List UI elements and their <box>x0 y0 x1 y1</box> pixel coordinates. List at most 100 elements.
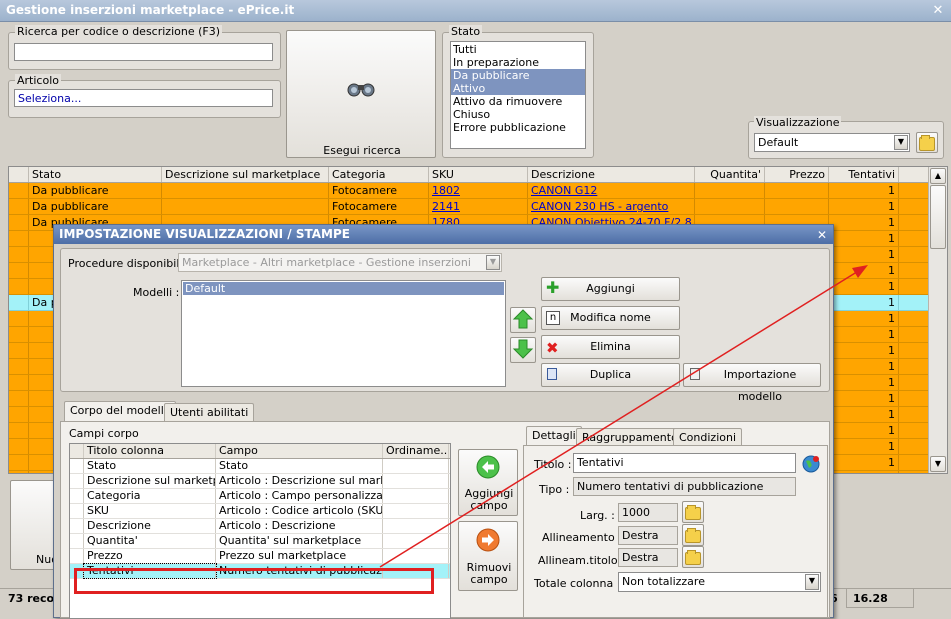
campi-cell[interactable] <box>70 534 84 548</box>
campi-cell[interactable]: Categoria <box>84 489 216 503</box>
table-cell[interactable] <box>9 247 29 262</box>
stato-listbox[interactable]: Tutti In preparazione Da pubblicare Attivo A… <box>450 41 586 149</box>
stato-item[interactable]: Chiuso <box>451 108 585 121</box>
campi-cell[interactable] <box>383 459 449 473</box>
duplicate-model-button[interactable]: Duplica <box>541 363 680 387</box>
allineam-titolo-button[interactable] <box>682 546 704 568</box>
col-descrizione[interactable]: Descrizione <box>528 167 695 182</box>
campi-row[interactable]: Prezzo Prezzo sul marketplace <box>70 549 450 564</box>
col-quantita[interactable]: Quantita' <box>695 167 765 182</box>
col-descrizione-marketplace[interactable]: Descrizione sul marketplace <box>162 167 329 182</box>
model-item[interactable]: Default <box>183 282 504 295</box>
campi-cell[interactable]: Articolo : Campo personalizzat... <box>216 489 383 503</box>
sku-link[interactable]: 1802 <box>432 184 460 197</box>
visualizzazione-select[interactable]: Default ▼ <box>754 133 910 152</box>
table-cell[interactable] <box>9 391 29 406</box>
campi-cell[interactable] <box>70 474 84 488</box>
table-cell[interactable] <box>9 455 29 470</box>
chevron-down-icon[interactable]: ▼ <box>894 135 908 150</box>
table-cell[interactable]: 1 <box>829 215 899 230</box>
table-row[interactable]: Da pubblicare Fotocamere 1802 CANON G12 1 <box>9 183 947 199</box>
table-cell[interactable] <box>9 199 29 214</box>
table-row[interactable]: Da pubblicare Fotocamere 2141 CANON 230 HS … <box>9 199 947 215</box>
campi-row[interactable]: Categoria Articolo : Campo personalizzat.… <box>70 489 450 504</box>
add-model-button[interactable]: ✚ Aggiungi <box>541 277 680 301</box>
dialog-close-icon[interactable]: ✕ <box>817 228 827 242</box>
table-cell[interactable]: 1 <box>829 199 899 214</box>
campi-row[interactable]: Quantita' Quantita' sul marketplace <box>70 534 450 549</box>
totale-select[interactable]: Non totalizzare ▼ <box>618 572 821 592</box>
table-cell[interactable]: 1 <box>829 375 899 390</box>
campi-cell[interactable] <box>383 519 449 533</box>
scroll-thumb[interactable] <box>930 185 946 249</box>
table-cell[interactable] <box>9 343 29 358</box>
sku-link[interactable]: 2141 <box>432 200 460 213</box>
tab-utenti-abilitati[interactable]: Utenti abilitati <box>164 403 255 422</box>
table-cell[interactable] <box>9 327 29 342</box>
table-cell[interactable]: 1 <box>829 295 899 310</box>
table-cell[interactable] <box>9 423 29 438</box>
chevron-down-icon[interactable]: ▼ <box>805 574 819 590</box>
table-cell[interactable]: 1 <box>829 327 899 342</box>
scroll-down-icon[interactable]: ▼ <box>930 456 946 472</box>
remove-field-button[interactable]: Rimuovi campo <box>458 521 518 591</box>
table-cell[interactable]: Da pubblicare <box>29 183 162 198</box>
titolo-input[interactable]: Tentativi <box>573 453 796 473</box>
table-cell[interactable] <box>9 215 29 230</box>
campi-cell[interactable] <box>383 549 449 563</box>
table-cell[interactable]: 2141 <box>429 199 528 214</box>
descrizione-link[interactable]: CANON G12 <box>531 184 597 197</box>
table-cell[interactable]: 1 <box>829 311 899 326</box>
table-cell[interactable]: CANON 230 HS - argento <box>528 199 695 214</box>
table-cell[interactable] <box>9 359 29 374</box>
stato-item[interactable]: Errore pubblicazione <box>451 121 585 134</box>
search-button[interactable]: Esegui ricerca <box>286 30 436 158</box>
campi-row[interactable]: SKU Articolo : Codice articolo (SKU) <box>70 504 450 519</box>
table-cell[interactable]: 1 <box>829 471 899 473</box>
table-cell[interactable]: 1 <box>829 279 899 294</box>
campi-cell[interactable]: Stato <box>84 459 216 473</box>
add-field-button[interactable]: Aggiungi campo <box>458 449 518 516</box>
procedure-select[interactable]: Marketplace - Altri marketplace - Gestio… <box>178 253 502 272</box>
visualizzazione-settings-button[interactable] <box>916 132 938 153</box>
models-listbox[interactable]: Default <box>181 280 506 387</box>
campi-col-campo[interactable]: Campo <box>216 444 383 458</box>
move-down-button[interactable] <box>510 337 536 363</box>
campi-cell[interactable]: Descrizione sul marketpl... <box>84 474 216 488</box>
table-cell[interactable] <box>9 471 29 473</box>
campi-cell[interactable]: Prezzo sul marketplace <box>216 549 383 563</box>
campi-cell[interactable]: Articolo : Descrizione sul marke... <box>216 474 383 488</box>
stato-item[interactable]: In preparazione <box>451 56 585 69</box>
campi-cell[interactable]: Prezzo <box>84 549 216 563</box>
campi-col-ordinamento[interactable]: Ordiname... <box>383 444 449 458</box>
col-sku[interactable]: SKU <box>429 167 528 182</box>
table-cell[interactable]: 1 <box>829 263 899 278</box>
descrizione-link[interactable]: CANON 230 HS - argento <box>531 200 668 213</box>
tab-raggruppamento[interactable]: Raggruppamento <box>576 428 684 446</box>
campi-cell[interactable]: Articolo : Descrizione <box>216 519 383 533</box>
window-close-icon[interactable]: ✕ <box>931 4 945 18</box>
campi-cell[interactable] <box>70 459 84 473</box>
col-categoria[interactable]: Categoria <box>329 167 429 182</box>
table-cell[interactable] <box>9 295 29 310</box>
table-cell[interactable] <box>765 199 829 214</box>
table-cell[interactable] <box>695 199 765 214</box>
globe-icon[interactable] <box>801 454 821 474</box>
table-cell[interactable] <box>9 407 29 422</box>
table-cell[interactable] <box>765 183 829 198</box>
table-cell[interactable]: 1 <box>829 247 899 262</box>
table-cell[interactable]: Fotocamere <box>329 183 429 198</box>
campi-cell[interactable] <box>383 534 449 548</box>
campi-cell[interactable] <box>383 489 449 503</box>
campi-cell[interactable] <box>70 489 84 503</box>
table-cell[interactable]: 1 <box>829 359 899 374</box>
larghezza-button[interactable] <box>682 501 704 523</box>
col-tentativi[interactable]: Tentativi <box>829 167 899 182</box>
table-cell[interactable]: Da pubblicare <box>29 199 162 214</box>
table-cell[interactable]: 1802 <box>429 183 528 198</box>
table-cell[interactable]: 1 <box>829 423 899 438</box>
campi-row[interactable]: Stato Stato <box>70 459 450 474</box>
campi-cell[interactable]: Stato <box>216 459 383 473</box>
table-cell[interactable] <box>9 183 29 198</box>
campi-cell[interactable] <box>70 549 84 563</box>
